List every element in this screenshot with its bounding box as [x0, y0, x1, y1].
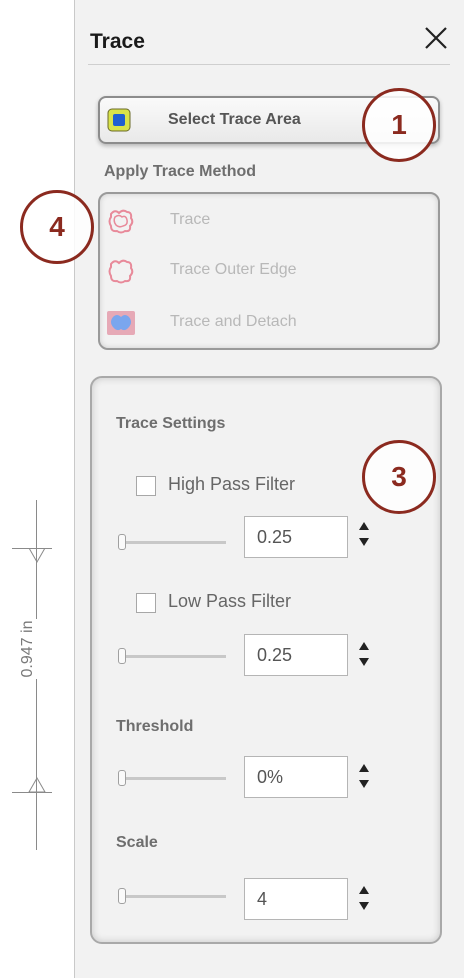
- annotation-number: 3: [391, 461, 407, 492]
- slider-track: [126, 541, 226, 544]
- slider-thumb[interactable]: [118, 770, 126, 786]
- annotation-callout-1: 1: [362, 88, 436, 162]
- low-pass-value: 0.25: [257, 645, 293, 665]
- high-pass-filter-checkbox[interactable]: [136, 476, 156, 496]
- scale-value: 4: [257, 889, 268, 909]
- close-icon[interactable]: [420, 22, 452, 54]
- high-pass-slider[interactable]: [118, 532, 228, 552]
- annotation-callout-3: 3: [362, 440, 436, 514]
- low-pass-filter-checkbox[interactable]: [136, 593, 156, 613]
- design-canvas[interactable]: 0.947 in: [0, 0, 74, 978]
- trace-icon: [108, 209, 134, 234]
- slider-track: [126, 777, 226, 780]
- trace-label: Trace: [170, 211, 211, 228]
- scale-slider[interactable]: [118, 886, 228, 906]
- title-divider: [88, 64, 450, 65]
- trace-method-trace[interactable]: Trace: [104, 204, 424, 238]
- low-pass-spinner-icon[interactable]: [357, 638, 371, 670]
- slider-thumb[interactable]: [118, 888, 126, 904]
- panel-title: Trace: [90, 30, 145, 53]
- trace-method-group: Trace Trace Outer Edge Trace and Detach: [98, 192, 440, 350]
- scale-spinner-icon[interactable]: [357, 882, 371, 914]
- slider-thumb[interactable]: [118, 534, 126, 550]
- threshold-label: Threshold: [116, 718, 194, 735]
- slider-thumb[interactable]: [118, 648, 126, 664]
- threshold-slider[interactable]: [118, 768, 228, 788]
- dimension-tick-bottom: [12, 792, 52, 793]
- threshold-spinner-icon[interactable]: [357, 760, 371, 792]
- trace-method-detach[interactable]: Trace and Detach: [104, 306, 424, 340]
- trace-and-detach-icon: [107, 311, 135, 335]
- dimension-label: 0.947 in: [19, 619, 37, 679]
- trace-settings-heading: Trace Settings: [116, 415, 226, 432]
- trace-outer-edge-label: Trace Outer Edge: [170, 261, 297, 278]
- high-pass-value-field[interactable]: 0.25: [244, 516, 348, 558]
- scale-value-field[interactable]: 4: [244, 878, 348, 920]
- slider-track: [126, 895, 226, 898]
- annotation-callout-4: 4: [20, 190, 94, 264]
- dimension-arrow-bottom-icon: [28, 776, 46, 792]
- low-pass-slider[interactable]: [118, 646, 228, 666]
- high-pass-value: 0.25: [257, 527, 293, 547]
- annotation-number: 1: [391, 109, 407, 140]
- apply-trace-method-heading: Apply Trace Method: [104, 163, 257, 180]
- trace-and-detach-label: Trace and Detach: [170, 313, 297, 330]
- high-pass-filter-label: High Pass Filter: [168, 474, 296, 494]
- high-pass-spinner-icon[interactable]: [357, 518, 371, 550]
- slider-track: [126, 655, 226, 658]
- annotation-number: 4: [49, 211, 65, 242]
- scale-label: Scale: [116, 834, 158, 851]
- trace-method-outer-edge[interactable]: Trace Outer Edge: [104, 254, 424, 288]
- threshold-value: 0%: [257, 767, 284, 787]
- low-pass-filter-label: Low Pass Filter: [168, 591, 292, 611]
- dimension-arrow-top-icon: [28, 548, 46, 564]
- select-trace-area-label: Select Trace Area: [168, 111, 301, 128]
- select-area-icon: [107, 108, 131, 132]
- threshold-value-field[interactable]: 0%: [244, 756, 348, 798]
- low-pass-value-field[interactable]: 0.25: [244, 634, 348, 676]
- trace-outer-edge-icon: [108, 259, 134, 284]
